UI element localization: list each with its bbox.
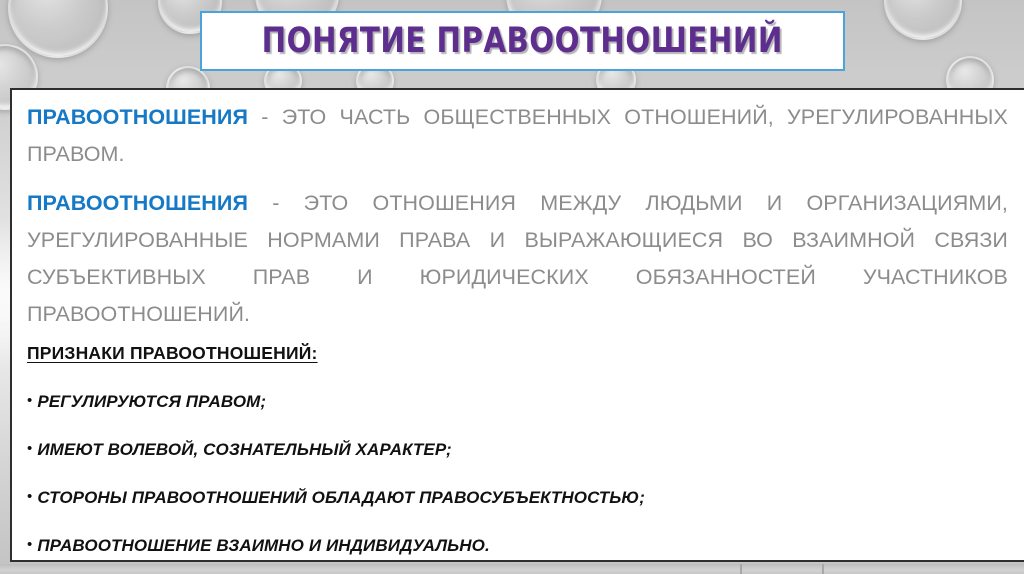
bullet-icon: • [27, 488, 33, 505]
features-list: • РЕГУЛИРУЮТСЯ ПРАВОМ; • ИМЕЮТ ВОЛЕВОЙ, СОЗ… [27, 392, 1008, 556]
content-panel: ПРАВООТНОШЕНИЯ - ЭТО ЧАСТЬ ОБЩЕСТВЕННЫХ … [10, 88, 1024, 562]
feature-list-item-label: РЕГУЛИРУЮТСЯ ПРАВОМ; [37, 392, 267, 411]
strip-notch-right [822, 564, 824, 574]
bullet-icon: • [27, 440, 33, 457]
definition-dash-2 [248, 191, 272, 215]
definition-paragraph-2: ПРАВООТНОШЕНИЯ - ЭТО ОТНОШЕНИЯ МЕЖДУ ЛЮД… [27, 185, 1008, 333]
feature-list-item-label: ПРАВООТНОШЕНИЕ ВЗАИМНО И ИНДИВИДУАЛЬНО. [37, 536, 490, 555]
strip-notch-left [740, 564, 742, 574]
feature-list-item-label: СТОРОНЫ ПРАВООТНОШЕНИЙ ОБЛАДАЮТ ПРАВОСУБ… [37, 488, 645, 507]
definition-dash-glyph-1: - [261, 105, 269, 129]
slide-canvas: ПОНЯТИЕ ПРАВООТНОШЕНИЙ ПРАВООТНОШЕНИЯ - … [0, 0, 1024, 574]
feature-list-item: • ИМЕЮТ ВОЛЕВОЙ, СОЗНАТЕЛЬНЫЙ ХАРАКТЕР; [27, 440, 1008, 460]
feature-list-item: • СТОРОНЫ ПРАВООТНОШЕНИЙ ОБЛАДАЮТ ПРАВОСУ… [27, 488, 1008, 508]
feature-list-item: • РЕГУЛИРУЮТСЯ ПРАВОМ; [27, 392, 1008, 412]
bullet-icon: • [27, 392, 33, 409]
features-heading: ПРИЗНАКИ ПРАВООТНОШЕНИЙ: [27, 343, 318, 363]
bullet-icon: • [27, 536, 33, 553]
feature-list-item-label: ИМЕЮТ ВОЛЕВОЙ, СОЗНАТЕЛЬНЫЙ ХАРАКТЕР; [37, 440, 452, 459]
definition-keyword-1: ПРАВООТНОШЕНИЯ [27, 105, 249, 129]
bottom-strip [0, 564, 1024, 574]
page-title: ПОНЯТИЕ ПРАВООТНОШЕНИЙ [261, 21, 784, 61]
feature-list-item: • ПРАВООТНОШЕНИЕ ВЗАИМНО И ИНДИВИДУАЛЬНО. [27, 536, 1008, 556]
definition-paragraph-1: ПРАВООТНОШЕНИЯ - ЭТО ЧАСТЬ ОБЩЕСТВЕННЫХ … [27, 99, 1008, 173]
definition-dash-1 [248, 105, 261, 129]
definition-keyword-2: ПРАВООТНОШЕНИЯ [27, 191, 249, 215]
definition-dash-glyph-2: - [272, 191, 280, 215]
slide-title-box: ПОНЯТИЕ ПРАВООТНОШЕНИЙ [200, 11, 845, 71]
